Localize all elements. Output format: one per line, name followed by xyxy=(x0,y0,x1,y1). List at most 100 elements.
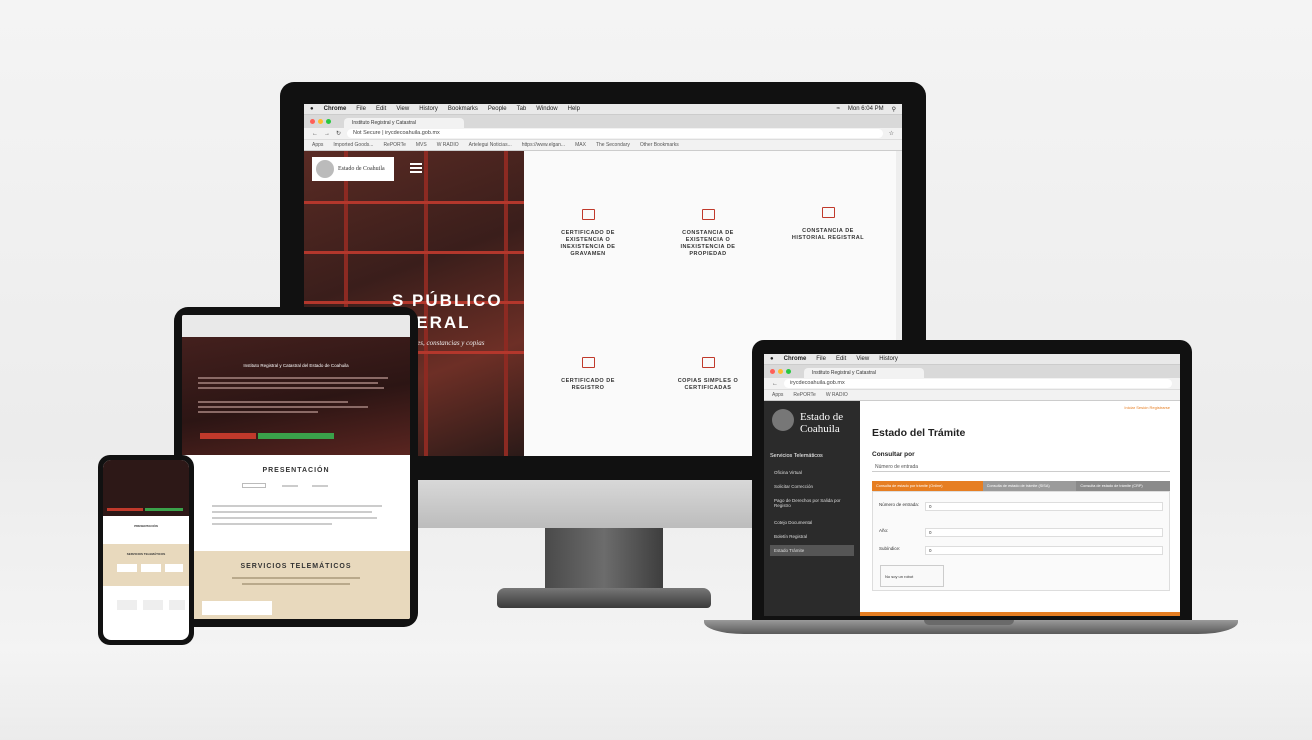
site-logo[interactable]: Estado de Coahuila xyxy=(312,157,394,181)
recaptcha-box[interactable]: No soy un robot xyxy=(880,565,944,587)
menu-app[interactable]: Chrome xyxy=(784,356,807,362)
bookmark-max[interactable]: MAX xyxy=(575,142,586,148)
reload-icon[interactable]: ↻ xyxy=(336,130,341,137)
menu-tab[interactable]: Tab xyxy=(517,106,527,112)
floor-reflection xyxy=(0,650,1312,740)
menu-app[interactable]: Chrome xyxy=(324,106,347,112)
bookmark-reporte[interactable]: RePORTe xyxy=(383,142,405,148)
consultar-label: Consultar por xyxy=(872,451,915,458)
folder-icon xyxy=(581,357,595,368)
back-icon[interactable]: ← xyxy=(312,131,318,137)
monitor-icon xyxy=(701,209,715,220)
field-anio: Año: 0 xyxy=(879,528,1163,538)
menu-window[interactable]: Window xyxy=(536,106,557,112)
minimize-icon[interactable] xyxy=(318,119,323,124)
menu-file[interactable]: File xyxy=(356,106,366,112)
field-numero: Número de entrada: 0 xyxy=(879,502,1163,512)
laptop-screen: ● Chrome File Edit View History Institut… xyxy=(764,354,1180,616)
browser-tab[interactable]: Instituto Registral y Catastral xyxy=(344,118,464,128)
menu-history[interactable]: History xyxy=(419,106,438,112)
phone-servicios-heading: SERVICIOS TELEMÁTICOS xyxy=(126,552,166,556)
maximize-icon[interactable] xyxy=(326,119,331,124)
service-historial[interactable]: CONSTANCIA DE HISTORIAL REGISTRAL xyxy=(788,207,868,242)
bookmark-artelegui[interactable]: Artelegui Noticias... xyxy=(469,142,512,148)
menu-view[interactable]: View xyxy=(856,356,869,362)
service-registro[interactable]: CERTIFICADO DE REGISTRO xyxy=(548,357,628,392)
seal-icon xyxy=(772,409,794,431)
service-gravamen[interactable]: CERTIFICADO DE EXISTENCIA O INEXISTENCIA… xyxy=(548,209,628,258)
url-field[interactable]: Not Secure | irycdecoahuila.gob.mx xyxy=(347,129,883,138)
sidebar-item-pago[interactable]: Pago de Derechos por Salida por Registro xyxy=(770,495,854,511)
laptop-menubar: ● Chrome File Edit View History xyxy=(764,354,1180,365)
laptop: ● Chrome File Edit View History Institut… xyxy=(752,340,1192,620)
search-icon[interactable]: ⚲ xyxy=(892,106,896,113)
sidebar-item-cotejo[interactable]: Cotejo Documental xyxy=(770,517,854,528)
minimize-icon[interactable] xyxy=(778,369,783,374)
tab-online[interactable]: Consulta de estado por trámite (Online) xyxy=(872,481,983,491)
tablet-red-button[interactable] xyxy=(200,433,256,439)
window-controls xyxy=(310,119,331,124)
laptop-address-bar: ← irycdecoahuila.gob.mx xyxy=(764,378,1180,390)
bookmark-apps[interactable]: Apps xyxy=(312,142,323,148)
menu-file[interactable]: File xyxy=(816,356,826,362)
sidebar-item-oficina[interactable]: Oficina Virtual xyxy=(770,467,854,478)
service-copias[interactable]: COPIAS SIMPLES O CERTIFICADAS xyxy=(668,357,748,392)
hamburger-menu-icon[interactable] xyxy=(410,163,422,175)
tablet-hero: Instituto Registral y Catastral del Esta… xyxy=(182,315,410,455)
laptop-browser-tab[interactable]: Instituto Registral y Catastral xyxy=(804,368,924,378)
wifi-icon[interactable]: ≈ xyxy=(837,106,840,113)
menu-edit[interactable]: Edit xyxy=(836,356,846,362)
sidebar-item-boletin[interactable]: Boletín Registral xyxy=(770,531,854,542)
page-title: Estado del Trámite xyxy=(872,427,966,439)
subindice-input[interactable]: 0 xyxy=(925,546,1163,555)
laptop-url-field[interactable]: irycdecoahuila.gob.mx xyxy=(784,379,1172,388)
phone-screen: PRESENTACIÓN SERVICIOS TELEMÁTICOS xyxy=(103,460,189,640)
bookmark-apps[interactable]: Apps xyxy=(772,392,783,398)
numero-input[interactable]: 0 xyxy=(925,502,1163,511)
back-icon[interactable]: ← xyxy=(772,381,778,387)
bookmark-elgan[interactable]: https://www.elgan... xyxy=(522,142,565,148)
bookmark-mvs[interactable]: MVS xyxy=(416,142,427,148)
service-label: COPIAS SIMPLES O CERTIFICADAS xyxy=(677,378,739,391)
menu-help[interactable]: Help xyxy=(568,106,580,112)
login-links[interactable]: Iniciar Sesión Registrarse xyxy=(1124,405,1170,410)
bookmark-wradio[interactable]: W RADIO xyxy=(437,142,459,148)
bookmark-other[interactable]: Other Bookmarks xyxy=(640,142,679,148)
bookmark-wradio[interactable]: W RADIO xyxy=(826,392,848,398)
service-label: CONSTANCIA DE EXISTENCIA O INEXISTENCIA … xyxy=(680,230,736,257)
forward-icon[interactable]: → xyxy=(324,131,330,137)
service-propiedad[interactable]: CONSTANCIA DE EXISTENCIA O INEXISTENCIA … xyxy=(668,209,748,258)
bookmark-reporte[interactable]: RePORTe xyxy=(793,392,815,398)
bookmark-secondary[interactable]: The Secondary xyxy=(596,142,630,148)
tab-sisa[interactable]: Consulta de estado de trámite (SISA) xyxy=(982,481,1077,491)
sidebar-item-correccion[interactable]: Solicitar Corrección xyxy=(770,481,854,492)
consultar-select[interactable]: Número de entrada xyxy=(872,461,1170,472)
service-label: CERTIFICADO DE REGISTRO xyxy=(561,378,615,391)
security-warning: Not Secure xyxy=(353,130,381,136)
tablet-screen: Instituto Registral y Catastral del Esta… xyxy=(182,315,410,619)
phone-green-button[interactable] xyxy=(145,508,183,511)
sidebar-item-estado[interactable]: Estado Trámite xyxy=(770,545,854,556)
tablet-presentacion-heading: PRESENTACIÓN xyxy=(262,467,330,474)
apple-icon[interactable]: ● xyxy=(310,106,314,112)
menu-view[interactable]: View xyxy=(396,106,409,112)
close-icon[interactable] xyxy=(770,369,775,374)
menu-people[interactable]: People xyxy=(488,106,507,112)
maximize-icon[interactable] xyxy=(786,369,791,374)
menu-edit[interactable]: Edit xyxy=(376,106,386,112)
star-icon[interactable]: ☆ xyxy=(889,130,894,137)
anio-input[interactable]: 0 xyxy=(925,528,1163,537)
phone-red-button[interactable] xyxy=(107,508,143,511)
tablet-green-button[interactable] xyxy=(258,433,334,439)
menu-history[interactable]: History xyxy=(879,356,898,362)
menu-bookmarks[interactable]: Bookmarks xyxy=(448,106,478,112)
apple-icon[interactable]: ● xyxy=(770,356,774,362)
tablet: Instituto Registral y Catastral del Esta… xyxy=(174,307,418,627)
close-icon[interactable] xyxy=(310,119,315,124)
tab-crp[interactable]: Consulta de estado de trámite (CRP) xyxy=(1076,481,1170,491)
footer-bar xyxy=(860,612,1180,616)
seal-icon xyxy=(316,160,334,178)
field-label: Año: xyxy=(879,528,889,533)
bookmark-imported[interactable]: Imported Goods... xyxy=(333,142,373,148)
tablet-browser-bar xyxy=(182,315,410,337)
